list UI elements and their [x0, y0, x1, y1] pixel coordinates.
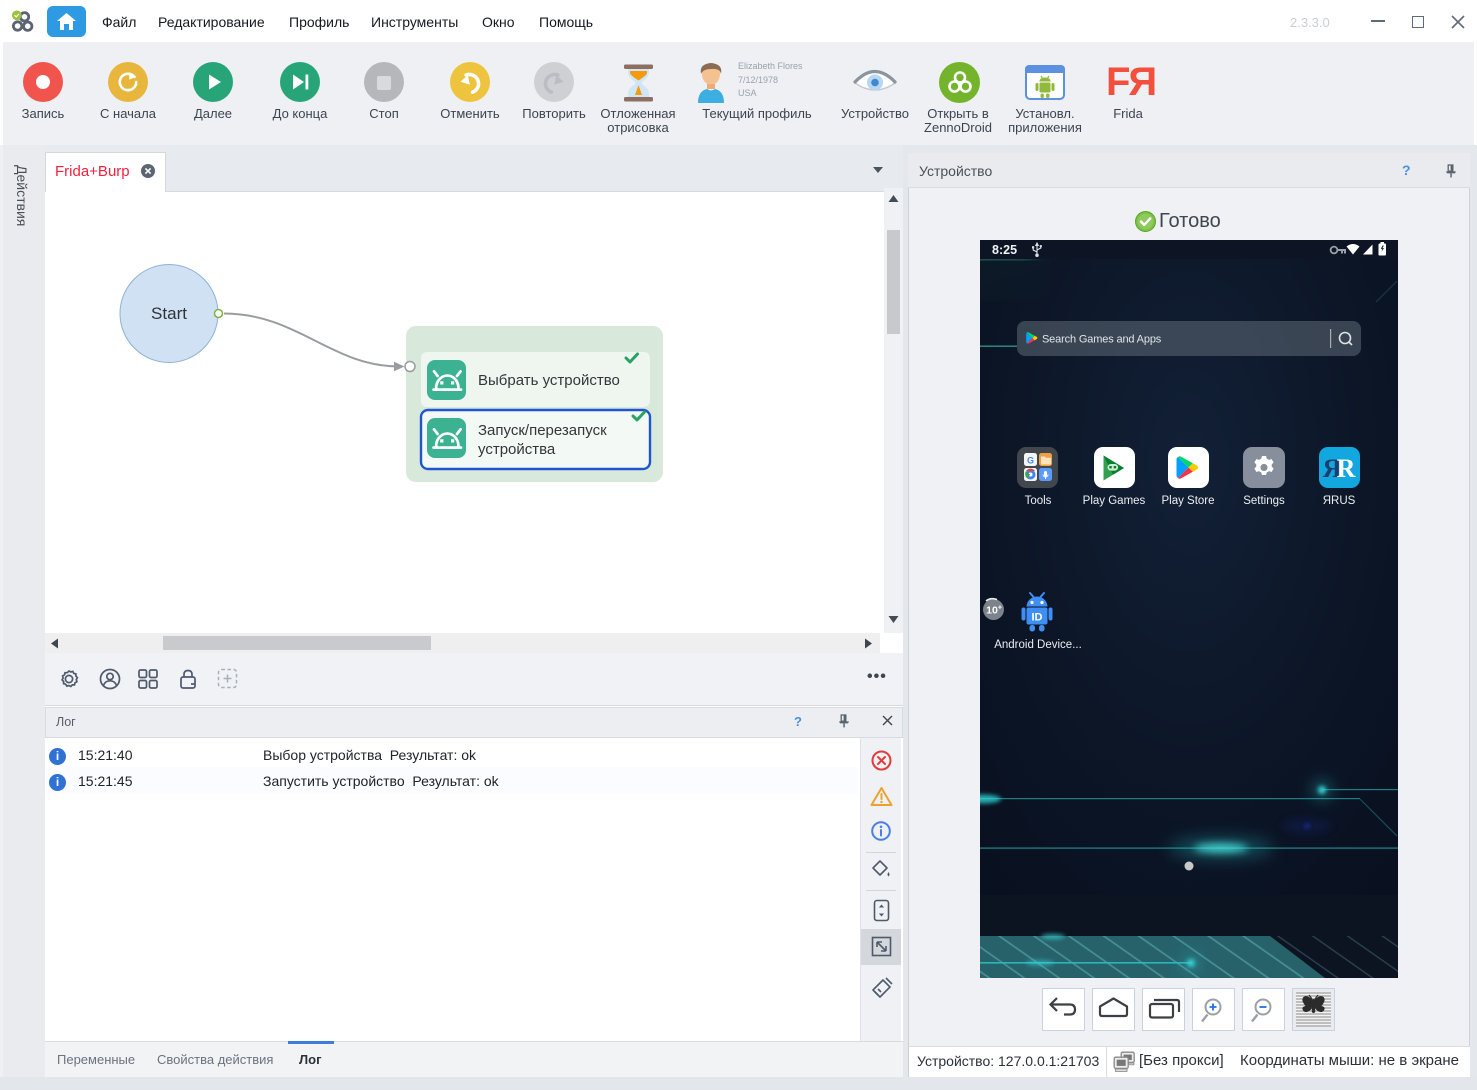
- svg-text:R: R: [1337, 454, 1356, 483]
- svg-text:Settings: Settings: [1243, 495, 1285, 507]
- svg-text:Play Store: Play Store: [1161, 495, 1214, 507]
- svg-text:ID: ID: [1032, 612, 1043, 624]
- svg-text:ЯRUS: ЯRUS: [1323, 495, 1356, 507]
- svg-text:Tools: Tools: [1025, 495, 1052, 507]
- svg-text:Play Games: Play Games: [1083, 495, 1146, 507]
- svg-text:Выбрать устройство: Выбрать устройство: [478, 372, 620, 389]
- svg-text:G: G: [1027, 456, 1034, 466]
- svg-text:+: +: [998, 603, 1003, 612]
- svg-text:Search Games and Apps: Search Games and Apps: [1042, 334, 1162, 346]
- svg-text:устройства: устройства: [478, 441, 556, 458]
- svg-text:8:25: 8:25: [992, 243, 1017, 257]
- svg-text:10: 10: [986, 605, 998, 617]
- svg-text:Запуск/перезапуск: Запуск/перезапуск: [478, 422, 607, 439]
- svg-text:Start: Start: [151, 304, 187, 323]
- svg-text:Android Device...: Android Device...: [994, 639, 1082, 651]
